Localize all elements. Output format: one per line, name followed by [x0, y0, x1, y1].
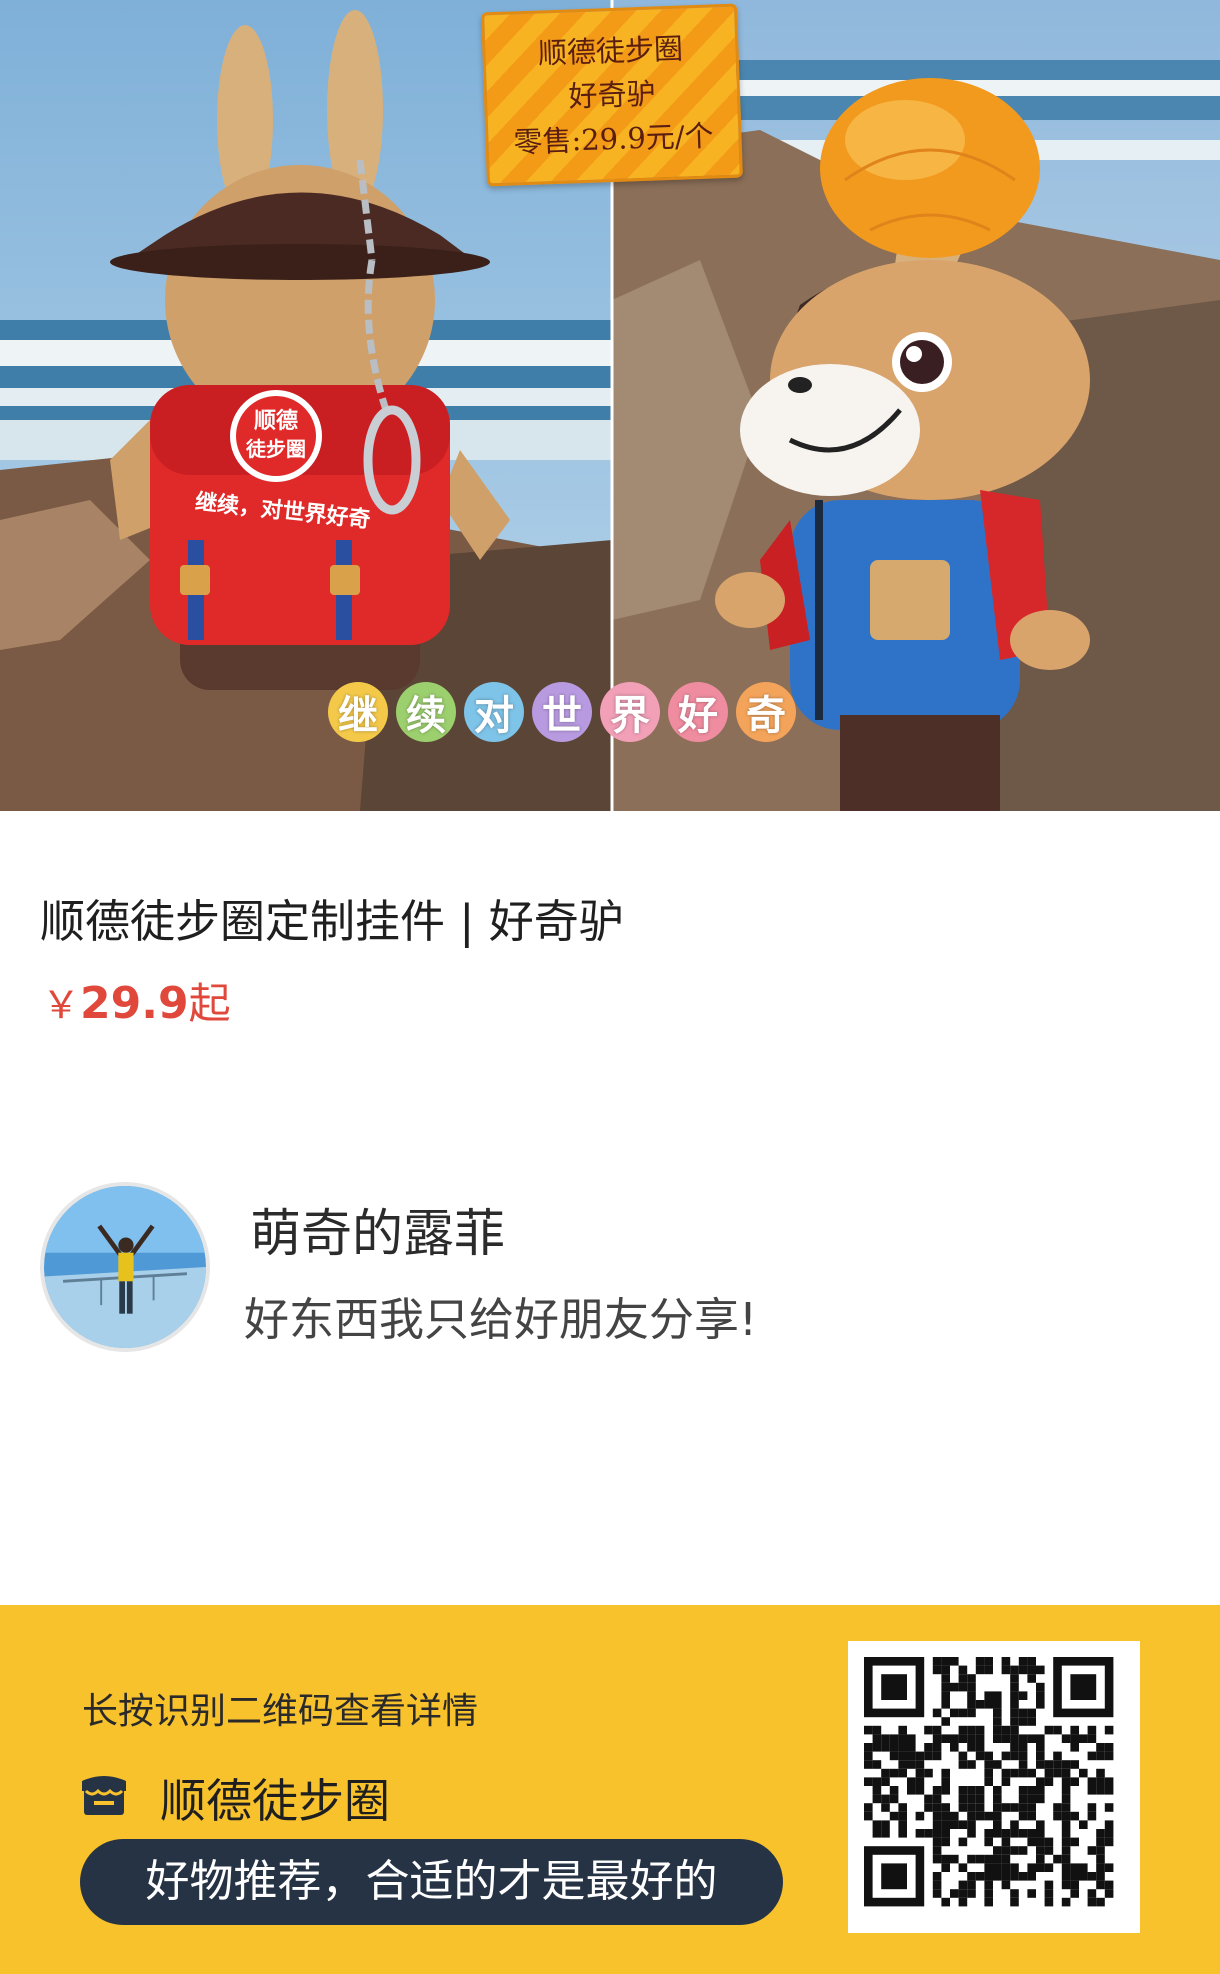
price-currency: ￥ — [42, 983, 81, 1027]
badge-text-line-1: 顺德 — [254, 408, 298, 434]
store-name[interactable]: 顺德徒步圈 — [160, 1765, 390, 1831]
slogan-bubble: 奇 — [736, 682, 796, 742]
qr-code-graphic — [864, 1657, 1114, 1907]
banner-line-3: 零售:29.9元/个 — [512, 118, 715, 160]
avatar[interactable] — [40, 1182, 210, 1352]
slogan-bubble: 世 — [532, 682, 592, 742]
store-slogan-pill: 好物推荐，合适的才是最好的 — [80, 1839, 783, 1925]
slogan-bubble: 续 — [396, 682, 456, 742]
product-title[interactable]: 顺德徒步圈定制挂件 | 好奇驴 — [40, 885, 624, 950]
qr-footer: 长按识别二维码查看详情 顺德徒步圈 好物推荐，合适的才是最好的 — [0, 1605, 1220, 1974]
price-suffix: 起 — [188, 979, 231, 1028]
product-image[interactable]: 顺德 徒步圈 继续，对世界好奇 顺德徒步圈 好奇驴 零售:29.9元/个 继 续… — [0, 0, 1220, 811]
slogan-bubble: 好 — [668, 682, 728, 742]
share-message: 好东西我只给好朋友分享! — [244, 1293, 758, 1346]
store-icon — [82, 1776, 126, 1815]
slogan-bubble: 界 — [600, 682, 660, 742]
product-price: ￥29.9起 — [42, 970, 231, 1031]
qr-hint-text: 长按识别二维码查看详情 — [82, 1691, 479, 1732]
badge-text-line-2: 徒步圈 — [245, 437, 306, 461]
qr-code[interactable] — [848, 1641, 1140, 1933]
price-value: 29.9 — [80, 978, 189, 1029]
slogan-bubble: 继 — [328, 682, 388, 742]
avatar-photo — [44, 1186, 206, 1348]
sharer-name: 萌奇的露菲 — [250, 1205, 506, 1264]
slogan-bubble: 对 — [464, 682, 524, 742]
banner-line-2: 好奇驴 — [567, 76, 657, 114]
price-banner-sign: 顺德徒步圈 好奇驴 零售:29.9元/个 — [481, 3, 743, 187]
slogan-bubbles: 继 续 对 世 界 好 奇 — [328, 682, 796, 742]
banner-line-1: 顺德徒步圈 — [537, 31, 684, 71]
